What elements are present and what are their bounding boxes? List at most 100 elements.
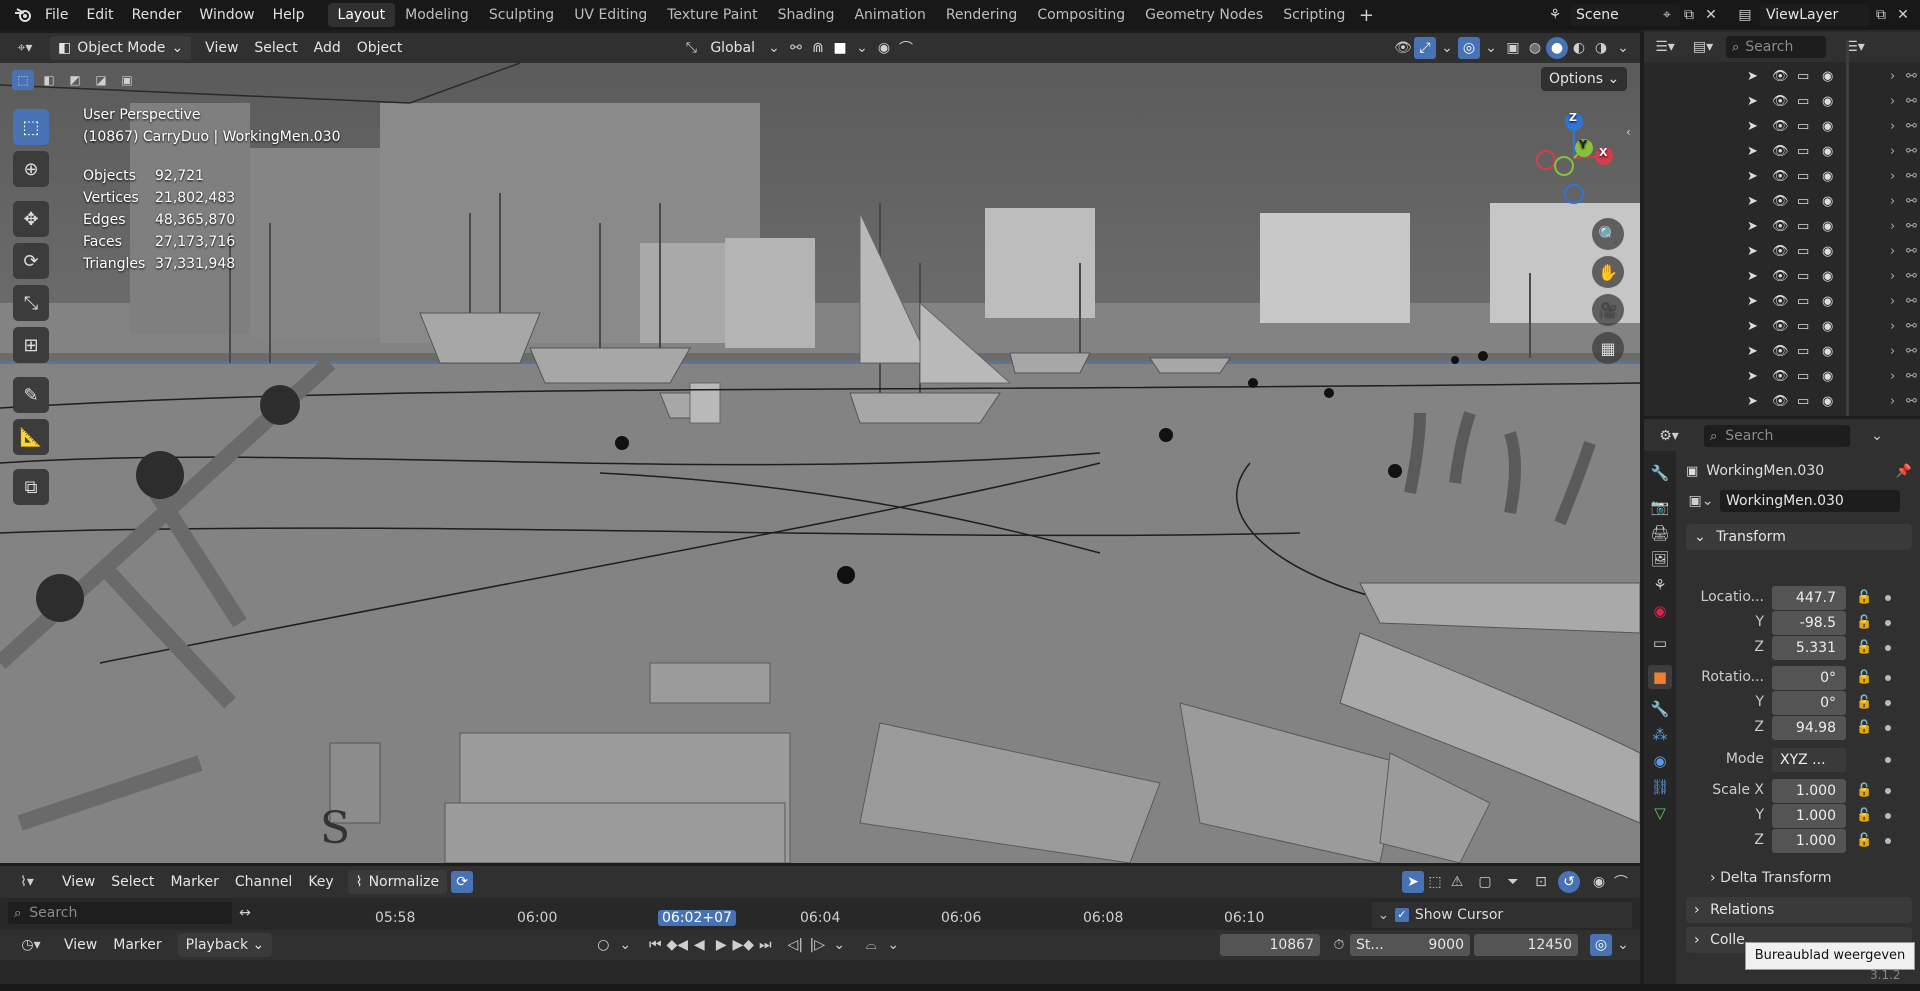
show-cursor-checkbox[interactable]: ✓ xyxy=(1394,908,1409,922)
viewport-toggle-icon[interactable]: ▭ xyxy=(1797,319,1809,334)
modifier-tab-icon[interactable]: 🔧 xyxy=(1648,697,1672,721)
lock-icon[interactable]: 🔓 xyxy=(1856,670,1872,685)
jump-start-icon[interactable]: ⏮ xyxy=(644,934,666,956)
keyframe-dot-icon[interactable] xyxy=(1885,675,1891,681)
snap-icon[interactable]: ⋒ xyxy=(807,37,829,59)
move-tool-icon[interactable]: ✥ xyxy=(13,201,49,237)
mode-dropdown[interactable]: ◧ Object Mode ⌄ xyxy=(50,36,192,60)
keyframe-dot-icon[interactable] xyxy=(1885,725,1891,731)
pin-icon[interactable]: 📌 xyxy=(1896,464,1912,479)
xray-icon[interactable]: ▣ xyxy=(1502,37,1524,59)
lock-icon[interactable]: 🔓 xyxy=(1856,833,1872,848)
visibility-toggle-icon[interactable]: 👁 xyxy=(1772,169,1789,184)
data-tab-icon[interactable]: ▽ xyxy=(1648,801,1672,825)
render-toggle-icon[interactable]: ◉ xyxy=(1822,219,1833,234)
visibility-toggle-icon[interactable]: 👁 xyxy=(1772,369,1789,384)
keyframe-dot-icon[interactable] xyxy=(1885,645,1891,651)
select-subtract-icon[interactable]: ◩ xyxy=(64,70,86,90)
render-toggle-icon[interactable]: ◉ xyxy=(1822,344,1833,359)
object-name-field[interactable]: WorkingMen.030 xyxy=(1720,490,1900,512)
outliner-row[interactable]: ➤ 👁 ▭ ◉ › ⚯ xyxy=(1644,114,1920,139)
scale-tool-icon[interactable]: ⤡ xyxy=(13,285,49,321)
expand-chevron-icon[interactable]: › xyxy=(1890,144,1895,159)
link-icon[interactable]: ⚯ xyxy=(1906,294,1917,309)
menu-select[interactable]: Select xyxy=(246,35,305,61)
refresh-icon[interactable]: ⟳ xyxy=(451,871,474,893)
add-workspace-icon[interactable]: + xyxy=(1355,4,1377,26)
display-mode-icon[interactable]: ▤▾ xyxy=(1688,36,1718,58)
rotation-y-field[interactable]: 0° xyxy=(1772,691,1846,715)
view-layer-tab-icon[interactable]: 🖼 xyxy=(1648,547,1672,571)
view-layer-icon[interactable]: ▤ xyxy=(1734,4,1756,26)
location-z-field[interactable]: 5.331 xyxy=(1772,636,1846,660)
object-tab-icon[interactable]: ■ xyxy=(1648,665,1672,689)
delete-scene-icon[interactable]: ✕ xyxy=(1700,4,1722,26)
render-toggle-icon[interactable]: ◉ xyxy=(1822,319,1833,334)
swap-icon[interactable]: ↔ xyxy=(234,902,256,924)
select-new-icon[interactable]: ⬚ xyxy=(12,70,34,90)
pin-icon[interactable]: ⌖ xyxy=(1656,4,1678,26)
menu-add[interactable]: Add xyxy=(306,35,349,61)
selectable-toggle-icon[interactable]: ➤ xyxy=(1747,219,1758,234)
expand-chevron-icon[interactable]: › xyxy=(1890,344,1895,359)
selectable-toggle-icon[interactable]: ➤ xyxy=(1747,69,1758,84)
keying-icon[interactable]: ⌓ xyxy=(860,934,882,956)
link-icon[interactable]: ⚯ xyxy=(1906,144,1917,159)
scene-tab-icon[interactable]: ⚘ xyxy=(1648,573,1672,597)
playback-dropdown[interactable]: Playback ⌄ xyxy=(177,933,273,957)
selectable-toggle-icon[interactable]: ➤ xyxy=(1747,319,1758,334)
selectable-toggle-icon[interactable]: ➤ xyxy=(1747,119,1758,134)
lock-icon[interactable]: 🔓 xyxy=(1856,720,1872,735)
expand-chevron-icon[interactable]: › xyxy=(1890,294,1895,309)
3d-viewport[interactable]: S ⬚ ◧ ◩ ◪ ▣ ⬚ ⊕ ✥ ⟳ ⤡ ⊞ ✎ 📐 ⧉ User Persp… xyxy=(0,63,1640,863)
render-toggle-icon[interactable]: ◉ xyxy=(1822,194,1833,209)
filter-icon[interactable]: ☰▾ xyxy=(1840,36,1870,58)
camera-view-icon[interactable]: 🎥 xyxy=(1592,294,1624,326)
overlay-toggle-icon[interactable]: ◎ xyxy=(1458,37,1480,59)
constraints-tab-icon[interactable]: ⛓ xyxy=(1648,775,1672,799)
cursor-select-icon[interactable]: ➤ xyxy=(1402,871,1424,893)
outliner-row[interactable]: ➤ 👁 ▭ ◉ › ⚯ xyxy=(1644,339,1920,364)
orientation-dropdown[interactable]: Global xyxy=(702,35,763,61)
expand-chevron-icon[interactable]: › xyxy=(1890,269,1895,284)
selectable-toggle-icon[interactable]: ➤ xyxy=(1747,344,1758,359)
chevron-down-icon[interactable]: ⌄ xyxy=(763,37,785,59)
rotation-z-field[interactable]: 94.98 xyxy=(1772,716,1846,740)
visibility-toggle-icon[interactable]: 👁 xyxy=(1772,219,1789,234)
outliner-row[interactable]: ➤ 👁 ▭ ◉ › ⚯ xyxy=(1644,189,1920,214)
chevron-down-icon[interactable]: ⌄ xyxy=(1866,425,1888,447)
selectable-toggle-icon[interactable]: ➤ xyxy=(1747,269,1758,284)
snap-target-icon[interactable]: ■ xyxy=(829,37,851,59)
select-extend-icon[interactable]: ◧ xyxy=(38,70,60,90)
menu-file[interactable]: File xyxy=(36,0,77,30)
outliner-row[interactable]: ➤ 👁 ▭ ◉ › ⚯ xyxy=(1644,314,1920,339)
keyframe-dot-icon[interactable] xyxy=(1885,788,1891,794)
pan-hand-icon[interactable]: ✋ xyxy=(1592,256,1624,288)
chevron-down-icon[interactable]: ⌄ xyxy=(851,37,873,59)
key-filter-icon[interactable]: ▢ xyxy=(1474,871,1496,893)
selectable-toggle-icon[interactable]: ➤ xyxy=(1747,94,1758,109)
prev-marker-icon[interactable]: ◁| xyxy=(784,934,806,956)
lock-icon[interactable]: 🔓 xyxy=(1856,590,1872,605)
shading-material-icon[interactable]: ◐ xyxy=(1568,37,1590,59)
viewport-toggle-icon[interactable]: ▭ xyxy=(1797,244,1809,259)
menu-render[interactable]: Render xyxy=(123,0,191,30)
lock-icon[interactable]: 🔓 xyxy=(1856,615,1872,630)
keyframe-dot-icon[interactable] xyxy=(1885,757,1891,763)
tab-uv-editing[interactable]: UV Editing xyxy=(564,3,657,27)
render-toggle-icon[interactable]: ◉ xyxy=(1822,244,1833,259)
expand-chevron-icon[interactable]: › xyxy=(1890,244,1895,259)
prev-keyframe-icon[interactable]: ◆◀ xyxy=(666,934,689,956)
selectable-toggle-icon[interactable]: ➤ xyxy=(1747,244,1758,259)
visibility-toggle-icon[interactable]: 👁 xyxy=(1772,194,1789,209)
editor-type-icon[interactable]: ⚙▾ xyxy=(1654,425,1684,447)
add-cube-tool-icon[interactable]: ⧉ xyxy=(13,469,49,505)
link-icon[interactable]: ⚯ xyxy=(1906,94,1917,109)
menu-edit[interactable]: Edit xyxy=(77,0,122,30)
current-frame-field[interactable]: 10867 xyxy=(1220,934,1320,956)
link-icon[interactable]: ⚯ xyxy=(1906,244,1917,259)
box-select-icon[interactable]: ⬚ xyxy=(1424,871,1446,893)
render-toggle-icon[interactable]: ◉ xyxy=(1822,369,1833,384)
link-icon[interactable]: ⚯ xyxy=(1906,319,1917,334)
keyframe-dot-icon[interactable] xyxy=(1885,620,1891,626)
